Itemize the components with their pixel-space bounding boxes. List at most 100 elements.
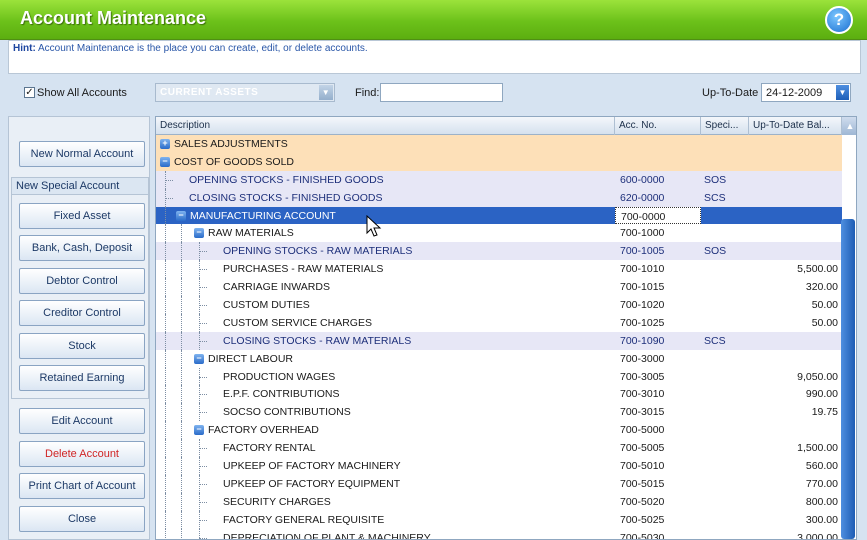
delete-account-button[interactable]: Delete Account xyxy=(19,441,145,467)
tree-line xyxy=(165,278,166,297)
table-row[interactable]: CLOSING STOCKS - RAW MATERIALS 700-1090 SC… xyxy=(156,331,842,350)
tree-line xyxy=(165,296,166,314)
table-row[interactable]: − FACTORY OVERHEAD 700-5000 xyxy=(156,421,842,440)
calendar-dropdown-icon[interactable]: ▼ xyxy=(836,85,849,100)
description-cell: − RAW MATERIALS xyxy=(156,224,615,243)
tree-line xyxy=(165,260,166,279)
print-chart-of-account-button[interactable]: Print Chart of Account xyxy=(19,473,145,499)
table-row[interactable]: + SALES ADJUSTMENTS xyxy=(156,135,842,153)
up-to-date-picker[interactable]: 24-12-2009 ▼ xyxy=(761,83,851,102)
table-row[interactable]: CARRIAGE INWARDS 700-1015 320.00 xyxy=(156,278,842,297)
table-row[interactable]: OPENING STOCKS - RAW MATERIALS 700-1005 SO… xyxy=(156,242,842,261)
show-all-label[interactable]: Show All Accounts xyxy=(37,87,127,99)
account-number-cell: 700-5005 xyxy=(620,442,665,455)
stock-button[interactable]: Stock xyxy=(19,333,145,359)
column-header-acc-no[interactable]: Acc. No. xyxy=(615,117,701,135)
window-title: Account Maintenance xyxy=(20,8,207,28)
show-all-checkbox[interactable]: ✓ xyxy=(24,87,35,98)
new-special-account-title: New Special Account xyxy=(12,178,148,195)
new-special-account-group: New Special Account Fixed Asset Bank, Ca… xyxy=(11,177,149,399)
table-row[interactable]: SOCSO CONTRIBUTIONS 700-3015 19.75 xyxy=(156,403,842,422)
tree-line xyxy=(181,457,182,475)
table-row[interactable]: CUSTOM SERVICE CHARGES 700-1025 50.00 xyxy=(156,313,842,332)
column-header-description[interactable]: Description xyxy=(156,117,615,135)
tree-line xyxy=(181,492,182,511)
edit-account-button[interactable]: Edit Account xyxy=(19,408,145,434)
table-row[interactable]: PRODUCTION WAGES 700-3005 9,050.00 xyxy=(156,367,842,386)
table-row[interactable]: E.P.F. CONTRIBUTIONS 700-3010 990.00 xyxy=(156,385,842,404)
account-number-cell: 700-5025 xyxy=(620,513,665,526)
balance-cell xyxy=(749,332,842,350)
tree-line xyxy=(181,260,182,279)
table-row[interactable]: PURCHASES - RAW MATERIALS 700-1010 5,500.0… xyxy=(156,260,842,279)
account-description: SECURITY CHARGES xyxy=(223,495,331,508)
account-description: CLOSING STOCKS - FINISHED GOODS xyxy=(189,191,383,204)
balance-cell xyxy=(749,135,842,153)
vertical-scrollbar-thumb[interactable] xyxy=(841,219,855,539)
account-number-cell xyxy=(615,135,701,153)
new-normal-account-button[interactable]: New Normal Account xyxy=(19,141,145,167)
collapse-icon[interactable]: − xyxy=(194,353,204,364)
table-row[interactable]: − COST OF GOODS SOLD xyxy=(156,152,842,171)
table-row[interactable]: CLOSING STOCKS - FINISHED GOODS 620-0000 S… xyxy=(156,188,842,207)
collapse-icon[interactable]: − xyxy=(160,156,170,167)
balance-cell: 50.00 xyxy=(811,316,838,329)
mouse-cursor-icon xyxy=(366,215,382,237)
special-type-cell: SOS xyxy=(704,173,727,186)
account-type-select[interactable]: CURRENT ASSETS ▼ xyxy=(155,83,335,102)
table-row[interactable]: − RAW MATERIALS 700-1000 xyxy=(156,224,842,243)
table-row[interactable]: CUSTOM DUTIES 700-1020 50.00 xyxy=(156,296,842,314)
balance-cell: 19.75 xyxy=(811,406,838,419)
column-header-special[interactable]: Speci... xyxy=(701,117,749,135)
collapse-icon[interactable]: − xyxy=(194,228,204,239)
table-row[interactable]: − MANUFACTURING ACCOUNT 700-0000 xyxy=(156,206,842,225)
table-row[interactable]: FACTORY GENERAL REQUISITE 700-5025 300.00 xyxy=(156,510,842,529)
account-number-cell: 700-5000 xyxy=(620,424,665,437)
collapse-icon[interactable]: − xyxy=(176,210,186,221)
description-cell: + SALES ADJUSTMENTS xyxy=(156,135,615,153)
tree-line xyxy=(165,439,166,458)
balance-cell: 770.00 xyxy=(805,477,838,490)
table-row[interactable]: DEPRECIATION OF PLANT & MACHINERY 700-503… xyxy=(156,528,842,540)
tree-line xyxy=(181,385,182,404)
table-row[interactable]: OPENING STOCKS - FINISHED GOODS 600-0000 S… xyxy=(156,170,842,189)
help-icon[interactable]: ? xyxy=(825,6,853,34)
account-description: MANUFACTURING ACCOUNT xyxy=(190,209,336,222)
table-row[interactable]: − DIRECT LABOUR 700-3000 xyxy=(156,349,842,368)
tree-branch xyxy=(199,501,207,503)
account-description: CUSTOM DUTIES xyxy=(223,299,310,312)
table-row[interactable]: UPKEEP OF FACTORY MACHINERY 700-5010 560.0… xyxy=(156,457,842,475)
account-number-cell: 700-5030 xyxy=(620,531,665,540)
tree-branch xyxy=(199,305,207,307)
find-input[interactable] xyxy=(380,83,503,102)
special-type-cell xyxy=(701,421,749,439)
retained-earning-button[interactable]: Retained Earning xyxy=(19,365,145,391)
account-description: CARRIAGE INWARDS xyxy=(223,281,330,294)
debtor-control-button[interactable]: Debtor Control xyxy=(19,268,145,294)
account-description: OPENING STOCKS - RAW MATERIALS xyxy=(223,245,413,258)
column-header-balance[interactable]: Up-To-Date Bal... xyxy=(749,117,842,135)
chevron-down-icon[interactable]: ▼ xyxy=(319,85,333,100)
bank-cash-deposit-button[interactable]: Bank, Cash, Deposit xyxy=(19,235,145,261)
special-type-cell: SOS xyxy=(704,245,727,258)
grid-rows: + SALES ADJUSTMENTS − COST OF GOODS SOLD OPE… xyxy=(156,135,842,540)
close-button[interactable]: Close xyxy=(19,506,145,532)
scroll-up-icon[interactable]: ▲ xyxy=(842,117,856,135)
balance-cell: 9,050.00 xyxy=(797,370,838,383)
description-cell: E.P.F. CONTRIBUTIONS xyxy=(156,385,615,404)
expand-icon[interactable]: + xyxy=(160,139,170,149)
creditor-control-button[interactable]: Creditor Control xyxy=(19,300,145,326)
table-row[interactable]: FACTORY RENTAL 700-5005 1,500.00 xyxy=(156,439,842,458)
table-row[interactable]: SECURITY CHARGES 700-5020 800.00 xyxy=(156,492,842,511)
tree-branch xyxy=(199,340,207,342)
up-to-date-value: 24-12-2009 xyxy=(766,87,823,99)
hint-text: Account Maintenance is the place you can… xyxy=(35,43,368,54)
account-description: PRODUCTION WAGES xyxy=(223,370,336,383)
collapse-icon[interactable]: − xyxy=(194,425,204,436)
tree-line xyxy=(165,403,166,422)
tree-line xyxy=(165,492,166,511)
tree-line xyxy=(181,367,182,386)
fixed-asset-button[interactable]: Fixed Asset xyxy=(19,203,145,229)
table-row[interactable]: UPKEEP OF FACTORY EQUIPMENT 700-5015 770.0… xyxy=(156,474,842,493)
account-number-cell: 700-5020 xyxy=(620,495,665,508)
